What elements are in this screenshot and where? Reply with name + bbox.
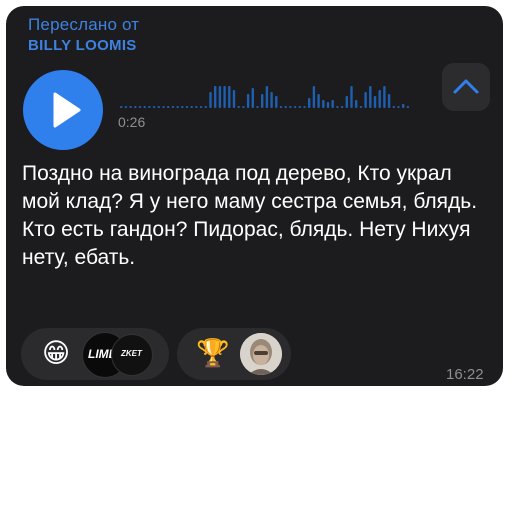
waveform-bar [214,86,217,108]
play-button[interactable] [23,70,103,150]
waveform-bar [228,86,231,108]
waveform-bar [176,106,179,108]
waveform-bar [298,106,301,108]
waveform-bar [261,94,264,108]
waveform-bar [134,106,137,108]
message-time: 16:22 [446,366,484,383]
waveform-bar [308,98,311,108]
waveform-bar [350,86,353,108]
waveform-bar [204,106,207,108]
waveform-bar [251,88,254,108]
waveform-bar [312,86,316,108]
waveform-bar [345,96,348,108]
waveform-bar [157,106,160,108]
person-avatar-icon [240,333,282,375]
waveform-bar [246,94,250,108]
waveform-bar [167,106,170,108]
forwarded-sender-name[interactable]: BILLY LOOMIS [28,37,137,54]
waveform-bar [364,92,367,108]
waveform-bar [402,104,405,108]
collapse-transcription-button[interactable] [442,63,490,111]
reaction-grinning[interactable]: 😁 LIMB ZKET [21,328,169,380]
waveform-bar [359,106,363,108]
waveform-bar [209,92,212,108]
waveform-bar [397,106,400,108]
waveform-bar [171,106,175,108]
waveform-bar [373,96,377,108]
waveform-bar [322,100,325,108]
reactor-avatar-person [240,333,282,375]
waveform-bar [303,106,306,108]
waveform-bar [284,106,287,108]
waveform-bar [232,90,236,108]
waveform-bar [129,106,132,108]
waveform-bar [289,106,292,108]
reactor-avatar-ket: ZKET [111,334,153,376]
waveform-bar [392,106,395,108]
waveform-bar [218,86,222,108]
avatar-ket-label: ZKET [121,349,142,358]
waveform-bar [152,106,156,108]
waveform-bar [138,106,142,108]
chevron-up-icon [453,79,479,94]
waveform-bar [340,106,344,108]
waveform-bar [336,106,339,108]
waveform-bar [383,86,386,108]
waveform-bar [181,106,184,108]
waveform-bar [378,90,381,108]
waveform-bar [124,106,128,108]
waveform-bar [369,86,372,108]
waveform-bar [355,100,358,108]
waveform-bar [190,106,193,108]
forwarded-label: Переслано от [28,15,140,34]
waveform-bar [195,106,198,108]
waveform-bar [387,94,391,108]
waveform-bar [256,106,259,108]
waveform-bar [223,86,226,108]
waveform-bar [237,106,240,108]
reaction-trophy[interactable]: 🏆 [177,328,291,380]
message-bubble[interactable]: Переслано от BILLY LOOMIS 0:26 Поздно на… [6,6,503,386]
waveform-bar [293,106,297,108]
waveform-bar [331,100,334,108]
waveform-bar [275,96,278,108]
voice-waveform[interactable] [120,72,430,110]
voice-duration: 0:26 [118,114,146,130]
transcribed-message-text: Поздно на винограда под дерево, Кто укра… [22,162,478,269]
waveform-bar [143,106,146,108]
trophy-emoji: 🏆 [196,338,230,369]
waveform-bar [120,106,123,108]
waveform-bar [406,106,410,108]
waveform-bar [317,94,320,108]
grinning-face-emoji: 😁 [42,338,71,369]
waveform-bar [242,106,245,108]
waveform-bar [270,92,273,108]
waveform-bar [279,106,283,108]
waveform-bar [162,106,165,108]
waveform-bar [265,86,269,108]
waveform-bar [185,106,189,108]
play-icon [53,92,81,128]
waveform-bar [199,106,203,108]
waveform-bar [148,106,151,108]
waveform-bar [326,102,330,108]
